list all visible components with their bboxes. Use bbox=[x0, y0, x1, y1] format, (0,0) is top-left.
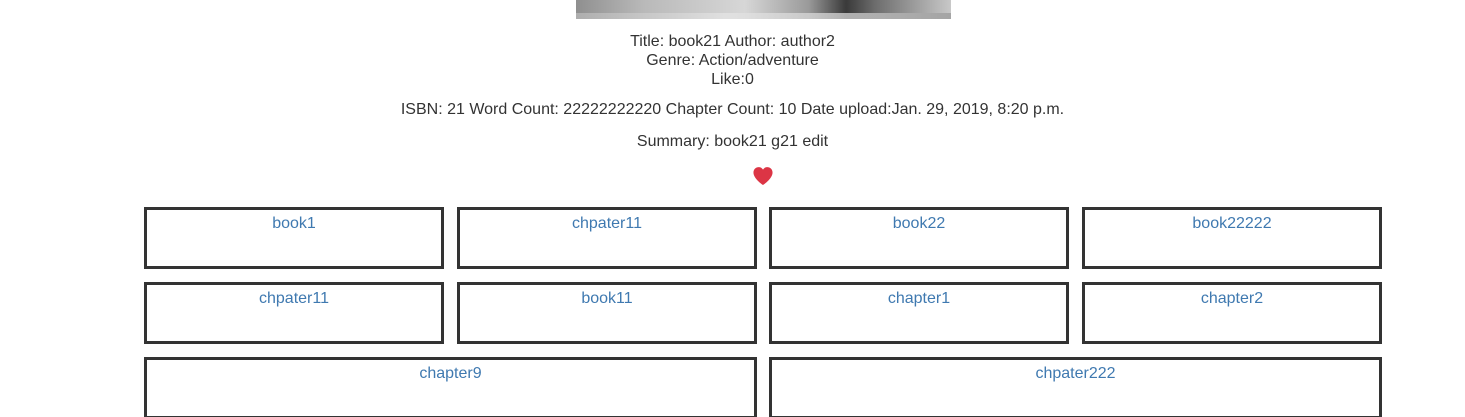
chapter-link[interactable]: chpater11 bbox=[259, 290, 329, 307]
chapter-tile[interactable]: chpater11 bbox=[457, 207, 757, 269]
chapter-link[interactable]: chpater222 bbox=[1035, 365, 1115, 382]
book-genre: Genre: Action/adventure bbox=[646, 52, 819, 69]
chapter-tile[interactable]: chpater11 bbox=[144, 282, 444, 344]
book-info: Title: book21 Author: author2 Genre: Act… bbox=[0, 32, 1465, 89]
chapter-link[interactable]: book22 bbox=[893, 215, 946, 232]
book-meta: ISBN: 21 Word Count: 22222222220 Chapter… bbox=[400, 101, 1065, 118]
chapter-tile[interactable]: chapter9 bbox=[144, 357, 757, 417]
chapter-link[interactable]: chpater11 bbox=[572, 215, 642, 232]
book-detail-page: Title: book21 Author: author2 Genre: Act… bbox=[0, 0, 1465, 417]
chapter-link[interactable]: chapter9 bbox=[419, 365, 481, 382]
chapter-link[interactable]: chapter1 bbox=[888, 290, 950, 307]
book-summary: Summary: book21 g21 edit bbox=[636, 133, 829, 150]
chapter-tile[interactable]: book22222 bbox=[1082, 207, 1382, 269]
chapter-tile[interactable]: book22 bbox=[769, 207, 1069, 269]
chapter-link[interactable]: chapter2 bbox=[1201, 290, 1263, 307]
book-like-count: Like:0 bbox=[711, 71, 754, 88]
chapter-tile[interactable]: chapter1 bbox=[769, 282, 1069, 344]
heart-icon[interactable] bbox=[752, 166, 774, 186]
book-title-author: Title: book21 Author: author2 bbox=[630, 33, 835, 50]
chapter-tile[interactable]: chapter2 bbox=[1082, 282, 1382, 344]
chapter-link[interactable]: book1 bbox=[272, 215, 316, 232]
chapter-link[interactable]: book22222 bbox=[1192, 215, 1271, 232]
chapter-link[interactable]: book11 bbox=[581, 290, 632, 307]
chapter-tile[interactable]: book1 bbox=[144, 207, 444, 269]
book-cover-image bbox=[576, 0, 951, 19]
chapter-tile[interactable]: book11 bbox=[457, 282, 757, 344]
chapter-tile[interactable]: chpater222 bbox=[769, 357, 1382, 417]
